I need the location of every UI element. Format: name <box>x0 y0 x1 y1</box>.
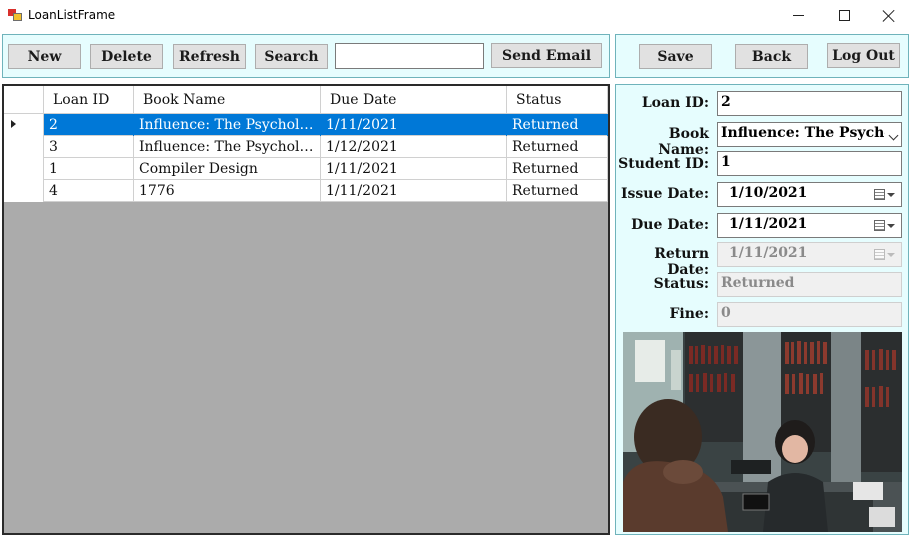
search-button[interactable]: Search <box>255 44 328 69</box>
table-row[interactable]: 3 Influence: The Psycholo... 1/12/2021 R… <box>4 136 608 158</box>
minimize-button[interactable] <box>775 0 821 31</box>
fine-label: Fine: <box>669 306 709 322</box>
row-header[interactable] <box>4 158 44 180</box>
close-button[interactable] <box>866 0 911 31</box>
loan-grid[interactable]: Loan ID Book Name Due Date Status 2 Infl… <box>2 84 610 535</box>
title-bar: LoanListFrame <box>0 0 911 31</box>
cell-loan-id[interactable]: 2 <box>44 114 134 136</box>
status-field: Returned <box>717 272 902 297</box>
return-date-picker: 1/11/2021 <box>717 242 902 267</box>
issue-date-label: Issue Date: <box>620 186 709 202</box>
cell-status[interactable]: Returned <box>507 180 608 202</box>
back-button[interactable]: Back <box>735 44 808 69</box>
app-icon <box>8 9 22 21</box>
return-date-label: Return Date: <box>654 246 709 278</box>
book-name-label: Book Name: <box>658 126 709 158</box>
minimize-icon <box>792 15 804 16</box>
table-row[interactable]: 2 Influence: The Psycholo... 1/11/2021 R… <box>4 114 608 136</box>
cell-book-name[interactable]: Influence: The Psycholo... <box>134 136 321 158</box>
cell-due-date[interactable]: 1/11/2021 <box>321 180 507 202</box>
dropdown-arrow-icon[interactable] <box>888 130 899 141</box>
due-date-label: Due Date: <box>631 217 709 233</box>
cell-book-name[interactable]: Influence: The Psycholo... <box>134 114 321 136</box>
row-header[interactable] <box>4 114 44 136</box>
issue-date-picker[interactable]: 1/10/2021 <box>717 182 902 207</box>
send-email-button[interactable]: Send Email <box>491 43 602 68</box>
main-toolbar: New Delete Refresh Search Send Email <box>2 34 610 78</box>
status-label: Status: <box>653 276 709 292</box>
row-header-corner <box>4 86 44 114</box>
book-name-value: Influence: The Psycho <box>721 125 885 141</box>
loan-detail-panel: Loan ID: 2 Book Name: Influence: The Psy… <box>615 84 909 535</box>
column-header-loan-id[interactable]: Loan ID <box>44 86 134 114</box>
logout-button[interactable]: Log Out <box>827 43 900 68</box>
issue-date-value: 1/10/2021 <box>729 185 808 201</box>
delete-button[interactable]: Delete <box>90 44 163 69</box>
maximize-icon <box>838 10 850 21</box>
loan-id-label: Loan ID: <box>641 95 709 111</box>
student-id-field[interactable]: 1 <box>717 151 902 176</box>
loan-id-field[interactable]: 2 <box>717 91 902 116</box>
close-icon <box>882 9 896 23</box>
book-name-combobox[interactable]: Influence: The Psycho <box>717 122 902 147</box>
cell-book-name[interactable]: 1776 <box>134 180 321 202</box>
cell-loan-id[interactable]: 4 <box>44 180 134 202</box>
row-header[interactable] <box>4 136 44 158</box>
cell-book-name[interactable]: Compiler Design <box>134 158 321 180</box>
student-id-label: Student ID: <box>618 156 709 172</box>
search-input[interactable] <box>335 43 484 69</box>
calendar-icon <box>874 249 895 261</box>
cell-due-date[interactable]: 1/12/2021 <box>321 136 507 158</box>
table-row[interactable]: 4 1776 1/11/2021 Returned <box>4 180 608 202</box>
table-row[interactable]: 1 Compiler Design 1/11/2021 Returned <box>4 158 608 180</box>
cell-loan-id[interactable]: 3 <box>44 136 134 158</box>
column-header-status[interactable]: Status <box>507 86 608 114</box>
return-date-value: 1/11/2021 <box>729 245 808 261</box>
calendar-icon[interactable] <box>874 220 895 232</box>
due-date-value: 1/11/2021 <box>729 216 808 232</box>
due-date-picker[interactable]: 1/11/2021 <box>717 213 902 238</box>
cell-loan-id[interactable]: 1 <box>44 158 134 180</box>
cell-status[interactable]: Returned <box>507 136 608 158</box>
row-header[interactable] <box>4 180 44 202</box>
fine-field: 0 <box>717 302 902 327</box>
action-toolbar: Save Back Log Out <box>615 34 909 78</box>
column-header-due-date[interactable]: Due Date <box>321 86 507 114</box>
cell-status[interactable]: Returned <box>507 114 608 136</box>
cell-status[interactable]: Returned <box>507 158 608 180</box>
refresh-button[interactable]: Refresh <box>173 44 246 69</box>
cell-due-date[interactable]: 1/11/2021 <box>321 114 507 136</box>
grid-header: Loan ID Book Name Due Date Status <box>4 86 608 114</box>
window-title: LoanListFrame <box>28 8 116 22</box>
new-button[interactable]: New <box>8 44 81 69</box>
cell-due-date[interactable]: 1/11/2021 <box>321 158 507 180</box>
maximize-button[interactable] <box>821 0 867 31</box>
row-selector-icon <box>11 120 16 128</box>
save-button[interactable]: Save <box>639 44 712 69</box>
calendar-icon[interactable] <box>874 189 895 201</box>
library-photo <box>623 332 902 532</box>
column-header-book-name[interactable]: Book Name <box>134 86 321 114</box>
